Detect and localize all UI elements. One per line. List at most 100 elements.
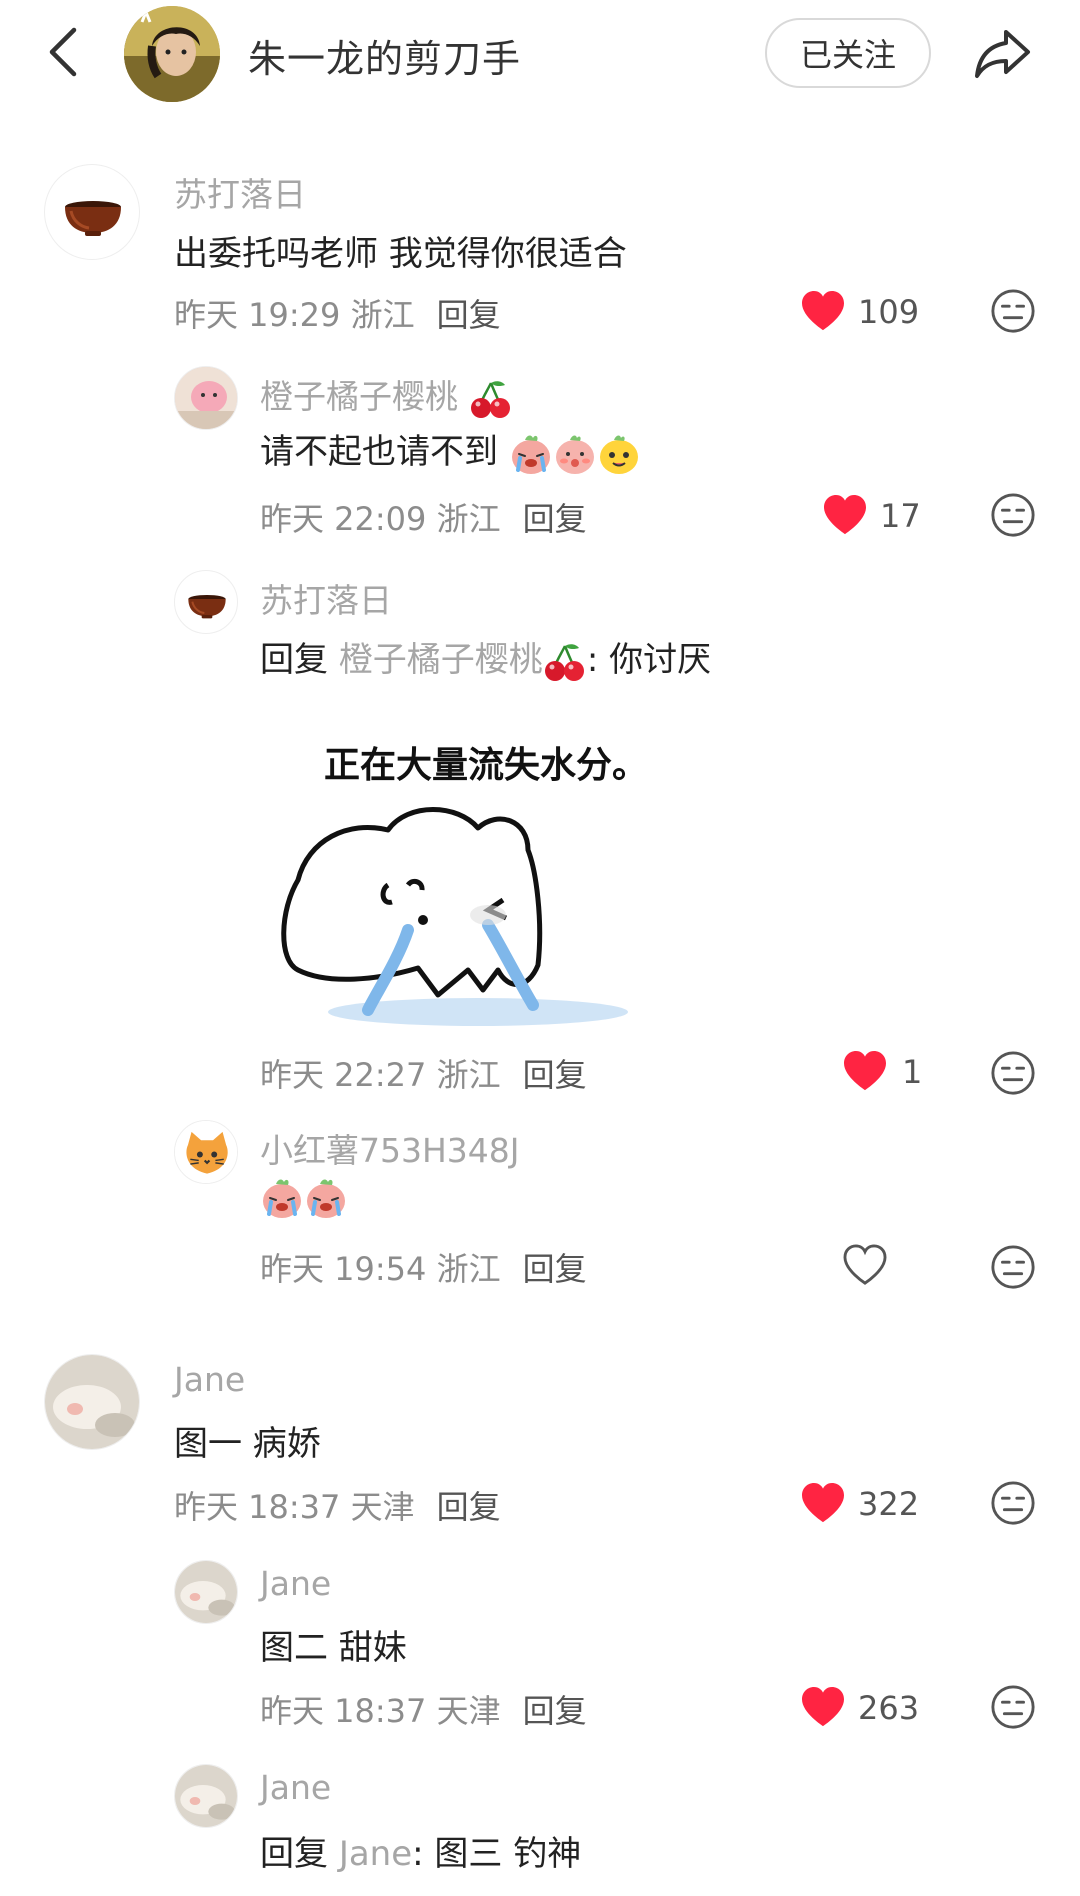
meh-face-icon — [990, 288, 1036, 334]
shy-face-emoji — [553, 432, 597, 476]
commenter-name[interactable]: Jane — [260, 1564, 331, 1603]
meh-face-icon — [990, 1684, 1036, 1730]
comment-meta: 昨天 18:37 天津 回复 — [260, 1686, 587, 1732]
commenter-name[interactable]: 苏打落日 — [174, 168, 306, 216]
comment-text: 出委托吗老师 我觉得你很适合 — [174, 234, 627, 274]
comment-time-location: 昨天 19:29 浙江 — [174, 296, 415, 334]
reply-button[interactable]: 回复 — [523, 1692, 587, 1730]
cat-photo-avatar-image — [175, 1561, 237, 1623]
mention-link[interactable]: Jane — [339, 1834, 412, 1874]
commenter-avatar[interactable] — [174, 1560, 238, 1624]
dislike-button[interactable] — [990, 288, 1036, 334]
dislike-button[interactable] — [990, 1684, 1036, 1730]
comment-text: 请不起也请不到 — [260, 424, 641, 476]
commenter-avatar[interactable] — [174, 1764, 238, 1828]
like-count: 263 — [858, 1689, 920, 1727]
comment-text: 回复 橙子橘子樱桃 : 你讨厌 — [260, 632, 711, 682]
comment-text-content: : 图三 钓神 — [412, 1834, 582, 1874]
dislike-button[interactable] — [990, 1244, 1036, 1290]
author-avatar[interactable] — [124, 6, 220, 102]
like-button[interactable] — [842, 1050, 888, 1092]
crying-blob-sticker-drawing — [281, 807, 628, 1026]
heart-icon — [842, 1050, 888, 1092]
reply-button[interactable]: 回复 — [523, 500, 587, 538]
commenter-name[interactable]: 小红薯753H348J — [260, 1124, 520, 1172]
share-arrow-icon — [975, 30, 1030, 78]
cat-photo-avatar-image — [45, 1355, 139, 1449]
commenter-name[interactable]: Jane — [260, 1768, 331, 1807]
comment-text: 回复 Jane: 图三 钓神 — [260, 1826, 581, 1875]
crying-face-emoji — [304, 1176, 348, 1220]
commenter-avatar[interactable] — [174, 366, 238, 430]
heart-icon — [800, 290, 846, 332]
dislike-button[interactable] — [990, 492, 1036, 538]
comment-time-location: 昨天 18:37 天津 — [174, 1488, 415, 1526]
comment-page: 朱一龙的剪刀手 已关注 苏打落日 出委托吗老师 我觉得你很适合 昨天 19:29… — [0, 0, 1080, 1896]
reply-prefix: 回复 — [260, 1834, 328, 1874]
meh-face-icon — [990, 1480, 1036, 1526]
commenter-name[interactable]: 橙子橘子樱桃 — [260, 370, 513, 419]
comment-text: 图一 病娇 — [174, 1424, 321, 1464]
like-button[interactable] — [800, 290, 846, 332]
commenter-name[interactable]: Jane — [174, 1360, 245, 1399]
cat-photo-avatar-image — [175, 1765, 237, 1827]
like-button[interactable] — [842, 1244, 888, 1286]
author-avatar-image — [124, 6, 220, 102]
like-count: 1 — [902, 1053, 923, 1091]
crying-face-emoji — [509, 432, 553, 476]
commenter-avatar[interactable] — [44, 1354, 140, 1450]
reply-button[interactable]: 回复 — [437, 296, 501, 334]
cat-avatar-image — [175, 1121, 237, 1183]
top-nav-bar: 朱一龙的剪刀手 已关注 — [0, 0, 1080, 110]
meh-face-icon — [990, 492, 1036, 538]
commenter-avatar[interactable] — [174, 1120, 238, 1184]
comment-meta: 昨天 18:37 天津 回复 — [174, 1482, 501, 1528]
following-button[interactable]: 已关注 — [765, 18, 931, 88]
comment-meta: 昨天 22:09 浙江 回复 — [260, 494, 587, 540]
heart-icon — [800, 1686, 846, 1728]
mention-link[interactable]: 橙子橘子樱桃 — [339, 640, 543, 680]
commenter-avatar[interactable] — [174, 570, 238, 634]
comment-text-content: : 你讨厌 — [586, 640, 712, 680]
like-count: 322 — [858, 1485, 920, 1523]
like-count: 109 — [858, 293, 920, 331]
comment-text — [260, 1176, 348, 1220]
cherry-icon — [543, 642, 587, 682]
commenter-name-text: 橙子橘子樱桃 — [260, 377, 458, 416]
reply-button[interactable]: 回复 — [523, 1056, 587, 1094]
comment-meta: 昨天 19:29 浙江 回复 — [174, 290, 501, 336]
sticker-image[interactable]: 正在大量流失水分。 — [258, 730, 688, 1030]
meh-face-icon — [990, 1244, 1036, 1290]
commenter-name[interactable]: 苏打落日 — [260, 574, 392, 622]
like-count: 17 — [880, 497, 921, 535]
reply-prefix: 回复 — [260, 640, 328, 680]
heart-outline-icon — [842, 1244, 888, 1286]
cherry-icon — [469, 379, 513, 419]
like-button[interactable] — [800, 1482, 846, 1524]
comment-meta: 昨天 19:54 浙江 回复 — [260, 1244, 587, 1290]
reply-button[interactable]: 回复 — [437, 1488, 501, 1526]
chevron-left-icon — [49, 27, 77, 77]
like-button[interactable] — [800, 1686, 846, 1728]
comment-time-location: 昨天 18:37 天津 — [260, 1692, 501, 1730]
dislike-button[interactable] — [990, 1050, 1036, 1096]
crying-face-emoji — [260, 1176, 304, 1220]
comment-text-content: 请不起也请不到 — [260, 432, 498, 472]
bowl-avatar-image — [175, 571, 238, 634]
back-button[interactable] — [40, 22, 90, 82]
like-button[interactable] — [822, 494, 868, 536]
yellow-face-emoji — [597, 432, 641, 476]
sticker-caption: 正在大量流失水分。 — [324, 745, 649, 786]
heart-icon — [800, 1482, 846, 1524]
comment-time-location: 昨天 22:09 浙江 — [260, 500, 501, 538]
dislike-button[interactable] — [990, 1480, 1036, 1526]
reply-button[interactable]: 回复 — [523, 1250, 587, 1288]
pink-plush-avatar-image — [175, 367, 237, 429]
comment-meta: 昨天 22:27 浙江 回复 — [260, 1050, 587, 1096]
share-button[interactable] — [972, 22, 1034, 84]
bowl-avatar-image — [45, 165, 140, 260]
comment-time-location: 昨天 19:54 浙江 — [260, 1250, 501, 1288]
commenter-avatar[interactable] — [44, 164, 140, 260]
heart-icon — [822, 494, 868, 536]
author-name[interactable]: 朱一龙的剪刀手 — [248, 28, 521, 83]
